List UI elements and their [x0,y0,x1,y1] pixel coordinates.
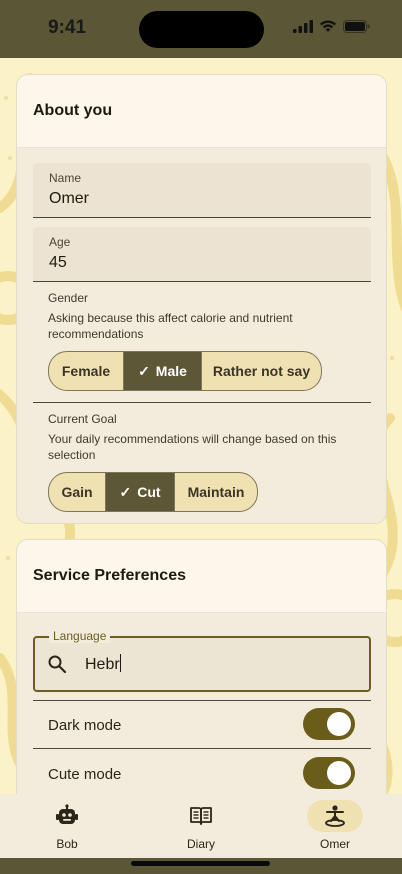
goal-option-maintain[interactable]: Maintain [175,473,257,511]
gender-segmented-control: Female ✓ Male Rather not say [48,351,322,391]
gender-option-female[interactable]: Female [49,352,124,390]
gender-option-male-label: Male [155,363,187,379]
gender-option-rather-not-say[interactable]: Rather not say [202,352,321,390]
age-field[interactable]: Age 45 [33,227,371,282]
dark-mode-label: Dark mode [48,717,122,734]
goal-title: Current Goal [48,412,117,426]
about-you-card: About you Name Omer Age 45 Gender Asking… [16,74,387,524]
name-field[interactable]: Name Omer [33,163,371,218]
nav-label-bob: Bob [56,837,78,851]
dynamic-island [139,11,264,48]
cute-mode-label: Cute mode [48,766,122,783]
goal-option-gain-label: Gain [61,484,93,500]
cute-mode-toggle[interactable] [303,757,355,789]
gender-option-rather-not-say-label: Rather not say [212,363,311,379]
service-preferences-title: Service Preferences [33,567,186,584]
section-divider [33,402,371,403]
language-input-text: Hebr [85,654,121,674]
check-icon: ✓ [119,483,132,500]
text-caret [119,654,121,672]
check-icon: ✓ [138,362,150,379]
robot-icon [56,804,78,824]
goal-description: Your daily recommendations will change b… [48,432,337,462]
goal-segmented-control: Gain ✓ Cut Maintain [48,472,258,512]
gender-option-male[interactable]: ✓ Male [124,352,202,390]
wifi-icon [320,20,336,32]
nav-item-omer[interactable]: Omer [285,794,385,858]
signal-icon [293,20,313,33]
nav-item-diary[interactable]: Diary [151,794,251,858]
nav-icon-container [173,800,229,832]
gender-option-female-label: Female [61,363,111,379]
person-icon [325,805,345,827]
age-label: Age [49,235,71,249]
nav-icon-container [307,800,363,832]
section-divider [33,700,371,701]
nav-label-diary: Diary [186,837,215,851]
about-you-title: About you [33,102,113,119]
service-preferences-header: Service Preferences [17,540,386,613]
status-icons [293,20,370,33]
status-bar: 9:41 [0,0,402,58]
nav-item-bob[interactable]: Bob [17,794,117,858]
language-label: Language [49,629,111,643]
goal-option-maintain-label: Maintain [187,484,245,500]
battery-icon [343,20,370,33]
gender-description: Asking because this affect calorie and n… [48,311,293,341]
goal-option-cut[interactable]: ✓ Cut [106,473,175,511]
goal-option-gain[interactable]: Gain [49,473,106,511]
service-preferences-card: Service Preferences Language Hebr Dark m… [16,539,387,811]
section-divider [33,748,371,749]
language-search-input[interactable]: Language Hebr [33,629,371,692]
toggle-knob [327,712,351,736]
home-indicator[interactable] [131,861,270,866]
gender-title: Gender [48,291,89,305]
nav-label-omer: Omer [320,837,350,851]
book-icon [190,807,212,825]
bottom-navigation: Bob Diary Omer [0,794,402,858]
goal-option-cut-label: Cut [137,484,161,500]
search-icon [48,655,67,674]
nav-icon-container [39,800,95,832]
dark-mode-toggle[interactable] [303,708,355,740]
toggle-knob [327,761,351,785]
language-value: Hebr [85,656,120,673]
age-value: 45 [49,254,67,271]
status-time: 9:41 [48,17,87,38]
name-label: Name [49,171,82,185]
about-you-header: About you [17,75,386,148]
name-value: Omer [49,190,89,207]
